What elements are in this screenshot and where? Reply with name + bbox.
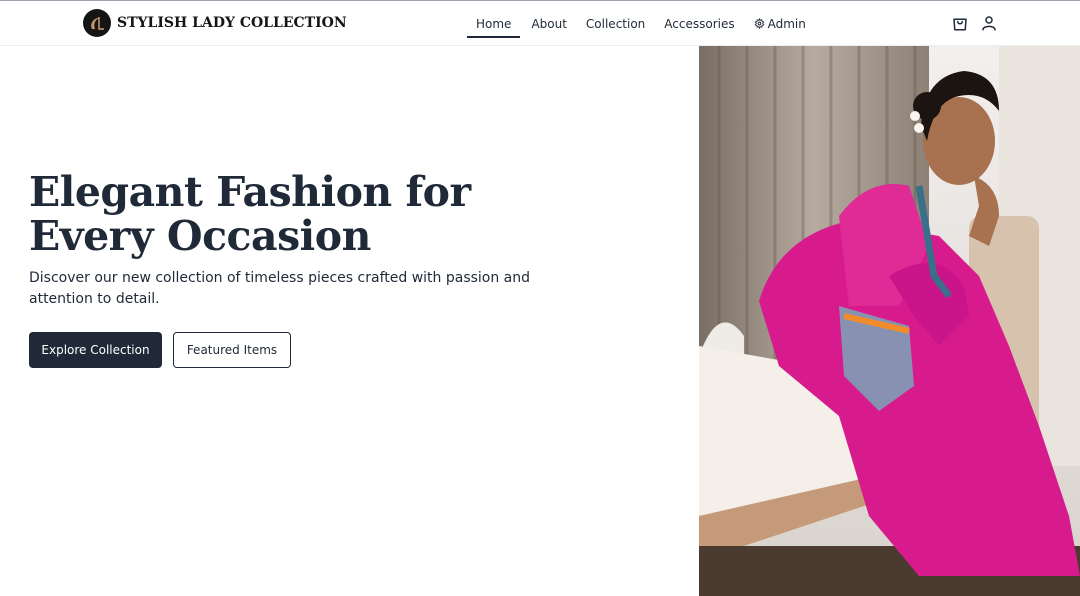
nav-admin-label: Admin [767, 16, 806, 31]
nav-about[interactable]: About [531, 1, 566, 46]
shopping-bag-icon[interactable] [951, 14, 969, 32]
hero-title: Elegant Fashion for Every Occasion [29, 168, 471, 260]
brand[interactable]: STYLISH LADY COLLECTION [83, 9, 347, 37]
hero-subtitle: Discover our new collection of timeless … [29, 270, 531, 307]
user-icon[interactable] [980, 14, 998, 32]
brand-name: STYLISH LADY COLLECTION [117, 15, 347, 31]
model-in-pink-saree-illustration [699, 46, 1080, 596]
explore-collection-button[interactable]: Explore Collection [29, 332, 162, 368]
site-header: STYLISH LADY COLLECTION Home About Colle… [0, 1, 1080, 46]
featured-items-button[interactable]: Featured Items [173, 332, 291, 368]
nav-accessories[interactable]: Accessories [664, 1, 734, 46]
nav-collection[interactable]: Collection [586, 1, 645, 46]
gear-icon [754, 18, 765, 29]
brand-logo [83, 9, 111, 37]
hero-image [699, 46, 1080, 596]
logo-monogram-icon [84, 10, 110, 36]
nav-home[interactable]: Home [467, 1, 521, 46]
main-nav: Home About Collection Accessories Admin [467, 1, 806, 46]
nav-admin[interactable]: Admin [754, 1, 806, 46]
